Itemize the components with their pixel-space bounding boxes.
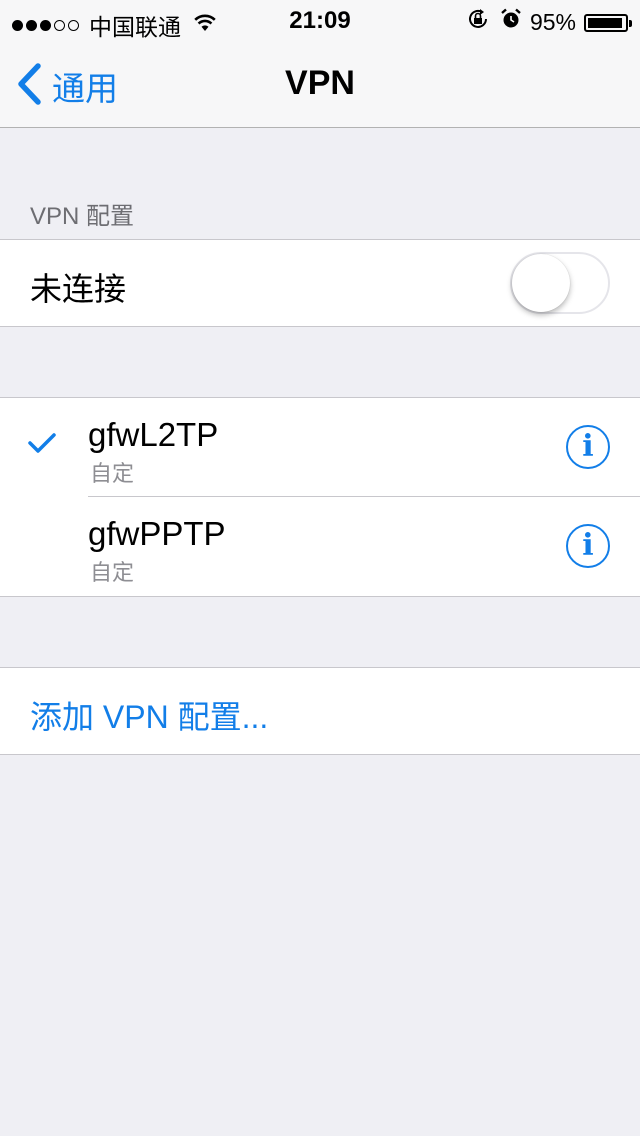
vpn-name: gfwL2TP [88,416,219,453]
vpn-name: gfwPPTP [88,515,226,552]
list-item-vpn-gfwpptp[interactable]: gfwPPTP 自定 i [0,497,640,596]
page-title: VPN [285,64,355,102]
vpn-status-label: 未连接 [30,271,127,307]
vpn-type: 自定 [90,560,135,585]
list-item-vpn-gfwl2tp[interactable]: gfwL2TP 自定 i [0,398,640,497]
add-vpn-config-button[interactable]: 添加 VPN 配置... [30,692,268,738]
battery-percentage: 95% [529,9,576,35]
battery-icon [584,13,632,32]
alarm-icon [500,8,522,37]
toggle-knob [512,254,570,312]
info-icon[interactable]: i [566,425,610,469]
section-header-vpn-config: VPN 配置 [30,203,135,230]
vpn-status-row: 未连接 [0,239,640,327]
navigation-bar: 通用 VPN [0,40,640,128]
rotation-lock-icon [466,7,490,38]
status-right: 95% [466,7,632,38]
checkmark-icon [28,432,56,459]
status-bar: 中国联通 21:09 95% [0,0,640,40]
battery-level [588,17,622,28]
vpn-type: 自定 [90,461,135,486]
add-vpn-config-row[interactable]: 添加 VPN 配置... [0,667,640,755]
vpn-config-list: gfwL2TP 自定 i gfwPPTP 自定 i [0,397,640,597]
vpn-toggle[interactable] [510,252,610,314]
info-icon[interactable]: i [566,524,610,568]
